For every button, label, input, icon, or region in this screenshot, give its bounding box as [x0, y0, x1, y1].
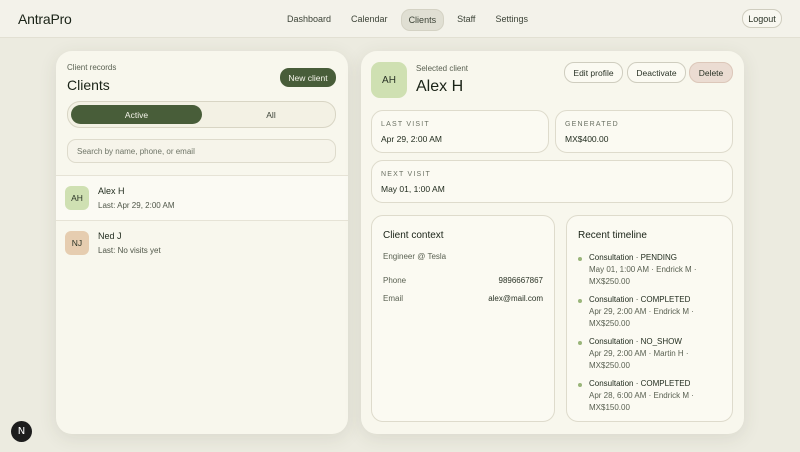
client-detail-panel: AH Selected client Alex H Edit profile D… [361, 51, 744, 434]
brand-logo[interactable]: AntraPro [18, 11, 72, 27]
next-visit-card: NEXT VISIT May 01, 1:00 AM [371, 160, 733, 203]
timeline-dot-icon [578, 299, 582, 303]
timeline-dot-icon [578, 341, 582, 345]
new-client-button[interactable]: New client [280, 68, 336, 87]
timeline-heading: Consultation · NO_SHOW [589, 337, 682, 346]
detail-eyebrow: Selected client [416, 64, 469, 73]
timeline-title: Recent timeline [578, 230, 647, 241]
phone-label: Phone [383, 276, 407, 285]
client-row-alex[interactable]: AH Alex H Last: Apr 29, 2:00 AM [56, 175, 348, 220]
client-last-visit: Last: No visits yet [98, 246, 161, 255]
email-value: alex@mail.com [488, 294, 543, 303]
tab-active[interactable]: Active [71, 105, 202, 124]
nav-staff[interactable]: Staff [450, 9, 482, 31]
timeline-heading: Consultation · COMPLETED [589, 379, 691, 388]
generated-value: MX$400.00 [565, 134, 609, 144]
edit-profile-button[interactable]: Edit profile [564, 62, 623, 83]
nav-calendar[interactable]: Calendar [344, 9, 395, 31]
phone-value: 9896667867 [498, 276, 544, 285]
main-nav: Dashboard Calendar Clients Staff Setting… [280, 9, 535, 31]
next-visit-value: May 01, 1:00 AM [381, 184, 445, 194]
status-filter: Active All [67, 101, 336, 128]
dev-tools-icon[interactable]: N [11, 421, 32, 442]
deactivate-button[interactable]: Deactivate [627, 62, 686, 83]
timeline-heading: Consultation · PENDING [589, 253, 678, 262]
selected-avatar: AH [371, 62, 407, 98]
nav-clients[interactable]: Clients [400, 9, 445, 31]
email-label: Email [383, 294, 404, 303]
delete-button[interactable]: Delete [689, 62, 733, 83]
list-eyebrow: Client records [67, 63, 117, 72]
timeline-detail: Apr 29, 2:00 AM · Endrick M · MX$250.00 [589, 307, 694, 328]
next-visit-label: NEXT VISIT [381, 171, 431, 178]
client-last-visit: Last: Apr 29, 2:00 AM [98, 201, 175, 210]
client-row-ned[interactable]: NJ Ned J Last: No visits yet [56, 220, 348, 265]
timeline-dot-icon [578, 257, 582, 261]
nav-settings[interactable]: Settings [488, 9, 535, 31]
selected-client-name: Alex H [416, 78, 464, 95]
timeline-dot-icon [578, 383, 582, 387]
list-title: Clients [67, 77, 110, 93]
generated-label: GENERATED [565, 121, 619, 128]
client-list-panel: Client records Clients New client Active… [56, 51, 348, 434]
timeline-heading: Consultation · COMPLETED [589, 295, 691, 304]
client-name: Ned J [98, 231, 122, 241]
last-visit-card: LAST VISIT Apr 29, 2:00 AM [371, 110, 549, 153]
occupation-text: Engineer @ Tesla [383, 252, 447, 261]
logout-button[interactable]: Logout [742, 9, 782, 28]
timeline-detail: Apr 28, 6:00 AM · Endrick M · MX$150.00 [589, 391, 694, 412]
search-input[interactable]: Search by name, phone, or email [67, 139, 336, 163]
last-visit-value: Apr 29, 2:00 AM [381, 134, 442, 144]
timeline-detail: May 01, 1:00 AM · Endrick M · MX$250.00 [589, 265, 697, 286]
timeline-detail: Apr 29, 2:00 AM · Martin H · MX$250.00 [589, 349, 689, 370]
generated-card: GENERATED MX$400.00 [555, 110, 733, 153]
avatar: AH [65, 186, 89, 210]
top-bar: AntraPro Dashboard Calendar Clients Staf… [0, 0, 800, 38]
client-name: Alex H [98, 186, 125, 196]
recent-timeline-card: Recent timeline Consultation · PENDING M… [566, 215, 733, 422]
client-context-card: Client context Engineer @ Tesla Phone 98… [371, 215, 555, 422]
avatar: NJ [65, 231, 89, 255]
last-visit-label: LAST VISIT [381, 121, 430, 128]
context-title: Client context [383, 230, 444, 241]
nav-dashboard[interactable]: Dashboard [280, 9, 338, 31]
tab-all[interactable]: All [208, 105, 334, 124]
